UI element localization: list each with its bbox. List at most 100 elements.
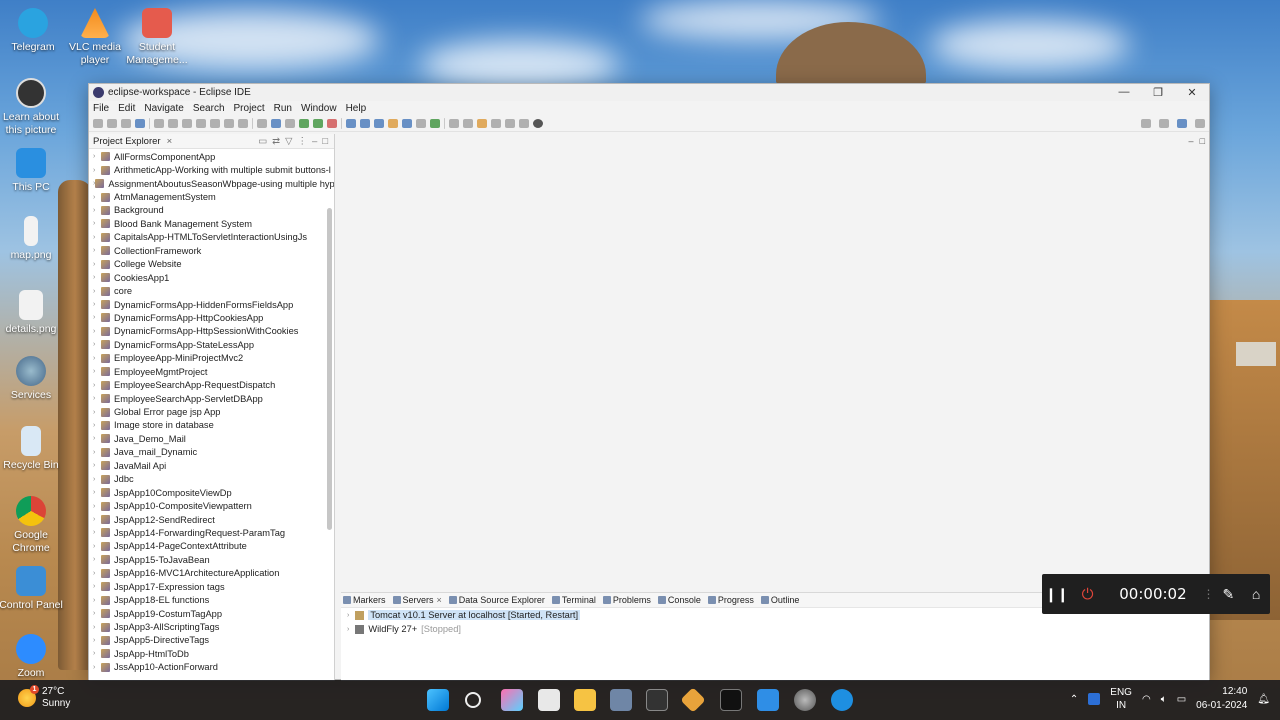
link-with-editor-icon[interactable]: ⇄ xyxy=(272,136,280,147)
expand-arrow-icon[interactable]: › xyxy=(93,583,101,590)
desktop-icon-details-png[interactable]: details.png xyxy=(0,290,64,336)
toggle-block-icon[interactable] xyxy=(257,119,267,128)
tree-item[interactable]: › EmployeeSearchApp-ServletDBApp xyxy=(89,392,334,405)
tab-outline[interactable]: Outline xyxy=(760,595,799,605)
home-icon[interactable]: ⌂ xyxy=(1242,586,1270,602)
server-row-wildfly[interactable]: › WildFly 27+ [Stopped] xyxy=(341,622,1209,636)
task-view-icon[interactable] xyxy=(538,689,560,711)
search-toolbar-icon[interactable] xyxy=(416,119,426,128)
expand-arrow-icon[interactable]: › xyxy=(93,247,101,254)
expand-arrow-icon[interactable]: › xyxy=(93,489,101,496)
tree-item[interactable]: › JavaMail Api xyxy=(89,459,334,472)
search-icon[interactable] xyxy=(1141,119,1151,128)
pause-button[interactable]: ❙❙ xyxy=(1042,586,1072,603)
new-server-icon[interactable] xyxy=(346,119,356,128)
expand-arrow-icon[interactable]: › xyxy=(93,395,101,402)
external-tools-icon[interactable] xyxy=(327,119,337,128)
tree-item[interactable]: › Global Error page jsp App xyxy=(89,405,334,418)
new-icon[interactable] xyxy=(93,119,103,128)
tab-markers[interactable]: Markers xyxy=(343,595,386,605)
tree-item[interactable]: › Background xyxy=(89,204,334,217)
weather-widget[interactable]: 1 27°C Sunny xyxy=(18,685,70,710)
expand-arrow-icon[interactable]: › xyxy=(93,556,101,563)
desktop-icon-services[interactable]: Services xyxy=(0,356,64,402)
notification-icon[interactable]: 🔔︎ xyxy=(1257,694,1270,705)
desktop-icon-telegram[interactable]: Telegram xyxy=(0,8,66,54)
expand-arrow-icon[interactable]: › xyxy=(93,261,101,268)
minimize-view-icon[interactable]: – xyxy=(312,136,317,147)
expand-arrow-icon[interactable]: › xyxy=(347,612,349,619)
tree-item[interactable]: › College Website xyxy=(89,258,334,271)
resume-icon[interactable] xyxy=(168,119,178,128)
tree-item[interactable]: › CapitalsApp-HTMLToServletInteractionUsi… xyxy=(89,231,334,244)
menu-help[interactable]: Help xyxy=(346,103,367,114)
tree-item[interactable]: › DynamicFormsApp-HttpCookiesApp xyxy=(89,311,334,324)
file-explorer-icon[interactable] xyxy=(574,689,596,711)
tree-item[interactable]: › EmployeeApp-MiniProjectMvc2 xyxy=(89,352,334,365)
tree-item[interactable]: › JspApp17-Expression tags xyxy=(89,580,334,593)
view-menu-icon[interactable]: ⋮ xyxy=(297,136,307,147)
prev-annotation-icon[interactable] xyxy=(463,119,473,128)
tree-item[interactable]: › Blood Bank Management System xyxy=(89,217,334,230)
expand-arrow-icon[interactable]: › xyxy=(93,194,101,201)
project-explorer-scrollbar[interactable] xyxy=(327,208,332,530)
desktop-icon-this-pc[interactable]: This PC xyxy=(0,148,64,194)
close-icon[interactable]: × xyxy=(167,136,173,147)
expand-arrow-icon[interactable]: › xyxy=(347,626,349,633)
tree-item[interactable]: › JspApp12-SendRedirect xyxy=(89,513,334,526)
menu-navigate[interactable]: Navigate xyxy=(144,103,183,114)
expand-arrow-icon[interactable]: › xyxy=(93,328,101,335)
tab-servers[interactable]: Servers × xyxy=(392,595,442,605)
menu-search[interactable]: Search xyxy=(193,103,225,114)
menu-window[interactable]: Window xyxy=(301,103,337,114)
tree-item[interactable]: › CookiesApp1 xyxy=(89,271,334,284)
java-ee-perspective-icon[interactable] xyxy=(1177,119,1187,128)
expand-arrow-icon[interactable]: › xyxy=(93,274,101,281)
mark-occurrences-icon[interactable] xyxy=(271,119,281,128)
expand-arrow-icon[interactable]: › xyxy=(93,435,101,442)
stop-button[interactable]: ⏻ xyxy=(1072,586,1104,603)
last-edit-icon[interactable] xyxy=(477,119,487,128)
expand-arrow-icon[interactable]: › xyxy=(93,382,101,389)
suspend-icon[interactable] xyxy=(182,119,192,128)
tree-item[interactable]: › JspApp5-DirectiveTags xyxy=(89,634,334,647)
tree-item[interactable]: › JspApp10-CompositeViewpattern xyxy=(89,499,334,512)
expand-arrow-icon[interactable]: › xyxy=(93,637,101,644)
desktop-icon-google-chrome[interactable]: Google Chrome xyxy=(0,496,64,555)
new-class-icon[interactable] xyxy=(388,119,398,128)
expand-arrow-icon[interactable]: › xyxy=(93,597,101,604)
next-annotation-icon[interactable] xyxy=(449,119,459,128)
menu-project[interactable]: Project xyxy=(234,103,265,114)
tree-item[interactable]: › AllFormsComponentApp xyxy=(89,150,334,163)
tree-item[interactable]: › JspApp10CompositeViewDp xyxy=(89,486,334,499)
cloud-upload-icon[interactable] xyxy=(533,119,543,128)
desktop-icon-student-management[interactable]: Student Manageme... xyxy=(124,8,190,67)
terminate-icon[interactable] xyxy=(196,119,206,128)
perspective-icon[interactable] xyxy=(1159,119,1169,128)
tab-terminal[interactable]: Terminal xyxy=(551,595,596,605)
git-icon[interactable] xyxy=(680,687,706,713)
search-icon[interactable] xyxy=(465,692,481,708)
tree-item[interactable]: › Java_Demo_Mail xyxy=(89,432,334,445)
screen-recorder-icon[interactable] xyxy=(831,689,853,711)
desktop-icon-learn-about-picture[interactable]: Learn about this picture xyxy=(0,78,64,137)
clock[interactable]: 12:40 06-01-2024 xyxy=(1196,685,1247,713)
vscode-icon[interactable] xyxy=(757,689,779,711)
step-into-icon[interactable] xyxy=(224,119,234,128)
run-icon[interactable] xyxy=(299,119,309,128)
new-java-project-icon[interactable] xyxy=(360,119,370,128)
expand-arrow-icon[interactable]: › xyxy=(93,368,101,375)
debug-icon[interactable] xyxy=(285,119,295,128)
tree-item[interactable]: › DynamicFormsApp-HiddenFormsFieldsApp xyxy=(89,298,334,311)
tree-item[interactable]: › JspApp19-CostumTagApp xyxy=(89,607,334,620)
open-type-icon[interactable] xyxy=(402,119,412,128)
terminal-icon[interactable] xyxy=(720,689,742,711)
java-perspective-icon[interactable] xyxy=(1195,119,1205,128)
coverage-icon[interactable] xyxy=(313,119,323,128)
expand-arrow-icon[interactable]: › xyxy=(93,314,101,321)
tree-item[interactable]: › JspApp15-ToJavaBean xyxy=(89,553,334,566)
tree-item[interactable]: › JssApp10-ActionForward xyxy=(89,661,334,674)
new-package-icon[interactable] xyxy=(374,119,384,128)
menu-file[interactable]: File xyxy=(93,103,109,114)
close-button[interactable]: ✕ xyxy=(1175,86,1209,99)
